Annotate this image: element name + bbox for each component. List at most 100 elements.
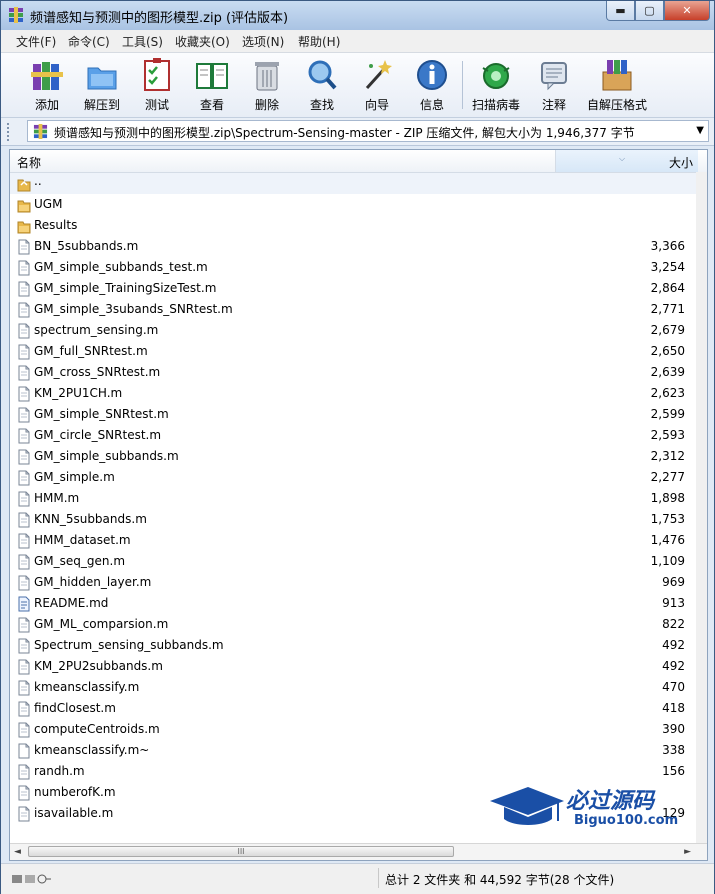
add-button[interactable]: 添加	[18, 55, 76, 115]
toolbar-grip[interactable]	[7, 123, 13, 141]
file-name: GM_ML_comparsion.m	[34, 617, 169, 631]
folder-row[interactable]: Results	[10, 215, 697, 236]
sfx-button[interactable]: 自解压格式	[586, 55, 648, 115]
minimize-button[interactable]: ▬	[606, 1, 635, 21]
address-dropdown-icon[interactable]: ▼	[696, 125, 704, 136]
menu-tools[interactable]: 工具(S)	[122, 33, 163, 50]
file-row[interactable]: Spectrum_sensing_subbands.m 492	[10, 635, 697, 656]
folder-row[interactable]: ..	[10, 173, 697, 194]
file-row[interactable]: kmeansclassify.m 470	[10, 677, 697, 698]
file-row[interactable]: KNN_5subbands.m 1,753	[10, 509, 697, 530]
file-row[interactable]: GM_simple_3subands_SNRtest.m 2,771	[10, 299, 697, 320]
file-icon	[17, 701, 31, 717]
title-bar[interactable]: 频谱感知与预测中的图形模型.zip (评估版本) ▬ ▢ ✕	[1, 1, 714, 30]
file-list[interactable]: 名称 ⌵ 大小 .. UGM Results BN_5subbands.m 3,366 G…	[9, 149, 708, 861]
file-size: 470	[662, 680, 685, 694]
file-size: 2,864	[650, 281, 685, 295]
file-icon	[17, 785, 31, 801]
file-name: randh.m	[34, 764, 85, 778]
file-row[interactable]: BN_5subbands.m 3,366	[10, 236, 697, 257]
magnifier-icon	[308, 60, 337, 90]
file-size: 3,366	[650, 239, 685, 253]
file-size: 2,623	[650, 386, 685, 400]
file-size: 1,898	[650, 491, 685, 505]
file-row[interactable]: GM_simple.m 2,277	[10, 467, 697, 488]
scroll-left-arrow-icon[interactable]: ◄	[14, 847, 21, 857]
file-name: GM_simple_TrainingSizeTest.m	[34, 281, 217, 295]
file-size: 2,639	[650, 365, 685, 379]
menu-options[interactable]: 选项(N)	[242, 33, 284, 50]
file-size: 2,771	[650, 302, 685, 316]
file-row[interactable]: GM_seq_gen.m 1,109	[10, 551, 697, 572]
file-icon	[17, 407, 31, 423]
address-field[interactable]: 频谱感知与预测中的图形模型.zip\Spectrum-Sensing-maste…	[27, 120, 709, 142]
file-name: computeCentroids.m	[34, 722, 160, 736]
file-row[interactable]: randh.m 156	[10, 761, 697, 782]
file-row[interactable]: GM_circle_SNRtest.m 2,593	[10, 425, 697, 446]
wizard-button[interactable]: 向导	[348, 55, 406, 115]
comment-note-icon	[541, 62, 567, 91]
file-row[interactable]: HMM_dataset.m 1,476	[10, 530, 697, 551]
file-icon	[17, 344, 31, 360]
delete-button[interactable]: 删除	[238, 55, 296, 115]
file-size: 338	[662, 743, 685, 757]
file-icon	[17, 659, 31, 675]
file-row[interactable]: GM_simple_SNRtest.m 2,599	[10, 404, 697, 425]
menu-favorites[interactable]: 收藏夹(O)	[175, 33, 230, 50]
document-icon	[17, 596, 31, 612]
file-row[interactable]: GM_ML_comparsion.m 822	[10, 614, 697, 635]
file-row[interactable]: GM_cross_SNRtest.m 2,639	[10, 362, 697, 383]
file-row[interactable]: GM_full_SNRtest.m 2,650	[10, 341, 697, 362]
close-button[interactable]: ✕	[664, 1, 710, 21]
watermark-brand: 必过源码	[566, 789, 655, 814]
file-row[interactable]: kmeansclassify.m~ 338	[10, 740, 697, 761]
file-row[interactable]: spectrum_sensing.m 2,679	[10, 320, 697, 341]
file-name: kmeansclassify.m~	[34, 743, 150, 757]
view-button[interactable]: 查看	[183, 55, 241, 115]
menu-file[interactable]: 文件(F)	[16, 33, 56, 50]
find-label: 查找	[309, 98, 334, 112]
column-size-header[interactable]: ⌵ 大小	[555, 150, 698, 172]
menu-commands[interactable]: 命令(C)	[68, 33, 110, 50]
info-icon	[417, 60, 447, 90]
find-button[interactable]: 查找	[293, 55, 351, 115]
extract-to-button[interactable]: 解压到	[73, 55, 131, 115]
scroll-thumb[interactable]: III	[28, 846, 454, 857]
file-name: findClosest.m	[34, 701, 116, 715]
file-row[interactable]: findClosest.m 418	[10, 698, 697, 719]
menu-help[interactable]: 帮助(H)	[298, 33, 340, 50]
file-row[interactable]: HMM.m 1,898	[10, 488, 697, 509]
file-row[interactable]: KM_2PU1CH.m 2,623	[10, 383, 697, 404]
file-row[interactable]: KM_2PU2subbands.m 492	[10, 656, 697, 677]
virus-bug-icon	[482, 63, 510, 89]
graduation-cap-icon	[490, 787, 564, 825]
file-icon	[17, 281, 31, 297]
file-row[interactable]: GM_simple_subbands_test.m 3,254	[10, 257, 697, 278]
vertical-scrollbar[interactable]	[696, 172, 707, 860]
test-button[interactable]: 测试	[128, 55, 186, 115]
winrar-window: 频谱感知与预测中的图形模型.zip (评估版本) ▬ ▢ ✕ 文件(F) 命令(…	[0, 0, 715, 894]
horizontal-scrollbar[interactable]: ◄ III ►	[10, 843, 707, 860]
file-row[interactable]: computeCentroids.m 390	[10, 719, 697, 740]
scan-virus-button[interactable]: 扫描病毒	[467, 55, 525, 115]
column-name-header[interactable]: 名称	[17, 154, 41, 171]
sfx-archive-icon	[602, 60, 632, 91]
file-name: BN_5subbands.m	[34, 239, 139, 253]
file-size: 2,277	[650, 470, 685, 484]
file-icon	[17, 260, 31, 276]
blank-file-icon	[17, 743, 31, 759]
scroll-right-arrow-icon[interactable]: ►	[684, 847, 691, 857]
file-row[interactable]: README.md 913	[10, 593, 697, 614]
file-row[interactable]: GM_simple_subbands.m 2,312	[10, 446, 697, 467]
folder-row[interactable]: UGM	[10, 194, 697, 215]
comment-button[interactable]: 注释	[525, 55, 583, 115]
file-name: UGM	[34, 197, 63, 211]
maximize-button[interactable]: ▢	[635, 1, 664, 21]
file-row[interactable]: GM_simple_TrainingSizeTest.m 2,864	[10, 278, 697, 299]
file-size: 2,593	[650, 428, 685, 442]
status-bar: 总计 2 文件夹 和 44,592 字节(28 个文件)	[1, 863, 714, 894]
winrar-logo-icon	[9, 7, 23, 23]
info-button[interactable]: 信息	[403, 55, 461, 115]
wizard-label: 向导	[364, 98, 389, 112]
file-row[interactable]: GM_hidden_layer.m 969	[10, 572, 697, 593]
